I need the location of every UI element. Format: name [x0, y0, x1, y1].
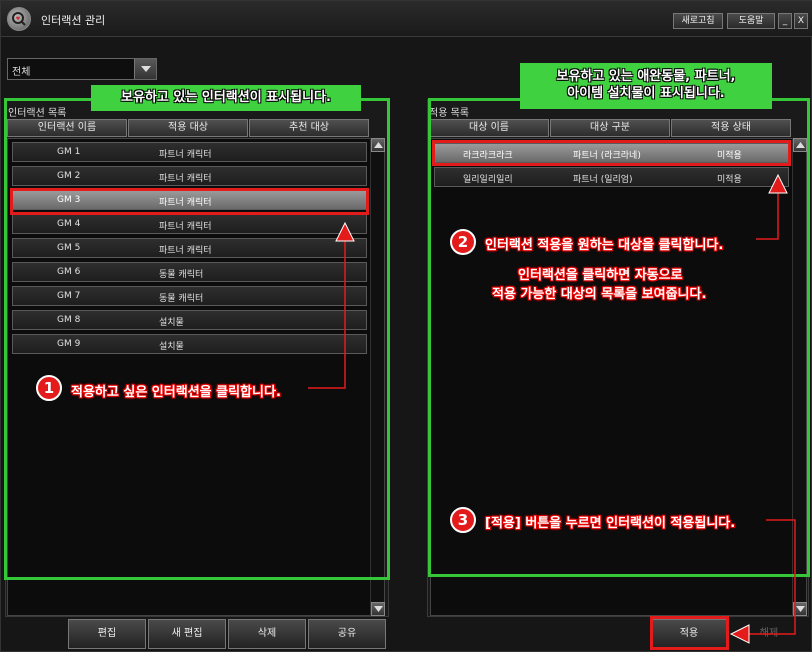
- help-button[interactable]: 도움말: [727, 13, 775, 29]
- right-highlight-box: [428, 98, 810, 577]
- interaction-manager-window: 인터랙션 관리 새로고침 도움말 _ X 전체 인터랙션 목록 인터랙션 이름 …: [0, 0, 812, 652]
- magnifier-heart-icon: [7, 7, 31, 31]
- step-2-badge: 2: [450, 229, 476, 255]
- edit-button[interactable]: 편집: [68, 619, 146, 649]
- minimize-button[interactable]: _: [778, 13, 792, 29]
- arrow-down-icon: [374, 606, 383, 612]
- title-bar: 인터랙션 관리 새로고침 도움말 _ X: [1, 1, 812, 37]
- left-highlight-box: [4, 98, 390, 580]
- scroll-down-button[interactable]: [371, 602, 385, 616]
- step-1-badge: 1: [36, 375, 62, 401]
- close-button[interactable]: X: [794, 13, 808, 29]
- selected-interaction-highlight: [10, 188, 369, 215]
- filter-dropdown[interactable]: 전체: [7, 58, 157, 80]
- step-3-badge: 3: [450, 507, 476, 533]
- left-banner: 보유하고 있는 인터랙션이 표시됩니다.: [91, 85, 361, 111]
- step-2-text: 인터랙션 적용을 원하는 대상을 클릭합니다.: [485, 238, 724, 253]
- step-2-note-line1: 인터랙션을 클릭하면 자동으로: [518, 268, 683, 283]
- selected-target-highlight: [432, 140, 791, 166]
- right-banner-line2: 아이템 설치물이 표시됩니다.: [567, 86, 725, 101]
- step-1-text: 적용하고 싶은 인터랙션을 클릭합니다.: [71, 385, 281, 400]
- delete-button[interactable]: 삭제: [228, 619, 306, 649]
- step-2-note-line2: 적용 가능한 대상의 목록을 보여줍니다.: [492, 287, 707, 302]
- new-edit-button[interactable]: 새 편집: [148, 619, 226, 649]
- right-banner-line1: 보유하고 있는 애완동물, 파트너,: [556, 69, 736, 84]
- window-title: 인터랙션 관리: [41, 14, 106, 27]
- apply-button-highlight: [650, 616, 729, 650]
- scroll-down-button[interactable]: [793, 602, 807, 616]
- release-button[interactable]: 해제: [731, 619, 807, 649]
- chevron-down-icon: [141, 66, 151, 72]
- share-button[interactable]: 공유: [308, 619, 386, 649]
- refresh-button[interactable]: 새로고침: [673, 13, 723, 29]
- dropdown-toggle[interactable]: [134, 59, 156, 79]
- right-banner: 보유하고 있는 애완동물, 파트너, 아이템 설치물이 표시됩니다.: [520, 63, 772, 109]
- arrow-down-icon: [796, 606, 805, 612]
- filter-selected-value: 전체: [12, 67, 31, 78]
- step-3-text: [적용] 버튼을 누르면 인터랙션이 적용됩니다.: [485, 516, 736, 531]
